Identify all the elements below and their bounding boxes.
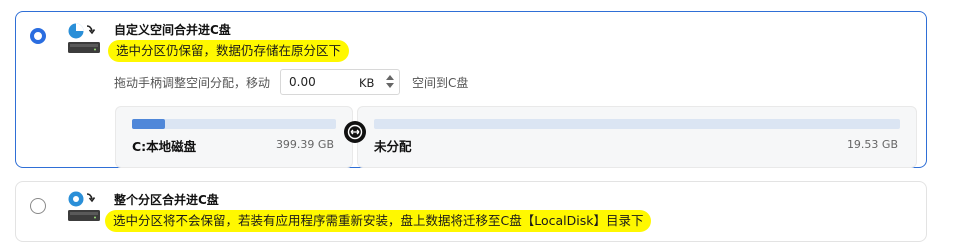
option-whole-radio[interactable]: [30, 198, 46, 214]
stepper-arrows[interactable]: [385, 73, 395, 91]
amount-input[interactable]: [289, 75, 350, 89]
option-whole-note: 选中分区将不会保留，若装有应用程序需重新安装，盘上数据将迁移至C盘【LocalD…: [105, 210, 652, 232]
space-adjust-row: 拖动手柄调整空间分配，移动 KB 空间到C盘: [114, 69, 468, 95]
partition-c-name: C:本地磁盘: [132, 139, 197, 154]
after-label: 空间到C盘: [412, 75, 469, 90]
disk-merge-icon: [68, 191, 100, 221]
partition-c-size: 399.39 GB: [275, 138, 334, 151]
partition-unallocated-usage-bar: [374, 119, 900, 129]
adjust-label: 拖动手柄调整空间分配，移动: [114, 75, 271, 90]
stepper-up-icon[interactable]: [386, 75, 395, 80]
stepper-down-icon[interactable]: [386, 83, 395, 88]
amount-stepper[interactable]: KB: [280, 69, 401, 95]
option-whole-card[interactable]: 整个分区合并进C盘 选中分区将不会保留，若装有应用程序需重新安装，盘上数据将迁移…: [15, 181, 927, 242]
option-whole-title: 整个分区合并进C盘: [114, 193, 219, 207]
amount-unit: KB: [359, 76, 375, 90]
partition-c-usage-bar: [132, 119, 336, 129]
partition-c-usage-fill: [132, 119, 165, 129]
partition-unallocated: 未分配 19.53 GB: [357, 106, 917, 168]
partition-unallocated-size: 19.53 GB: [846, 138, 898, 151]
resize-handle-icon[interactable]: [344, 121, 366, 143]
partition-unallocated-name: 未分配: [374, 139, 412, 154]
option-custom-note: 选中分区仍保留，数据仍存储在原分区下: [108, 40, 350, 62]
partition-c: C:本地磁盘 399.39 GB: [115, 106, 353, 168]
disk-merge-icon: [68, 23, 100, 53]
option-custom-card[interactable]: 自定义空间合并进C盘 选中分区仍保留，数据仍存储在原分区下 拖动手柄调整空间分配…: [15, 11, 927, 168]
option-custom-radio[interactable]: [30, 28, 46, 44]
option-custom-title: 自定义空间合并进C盘: [114, 23, 231, 37]
